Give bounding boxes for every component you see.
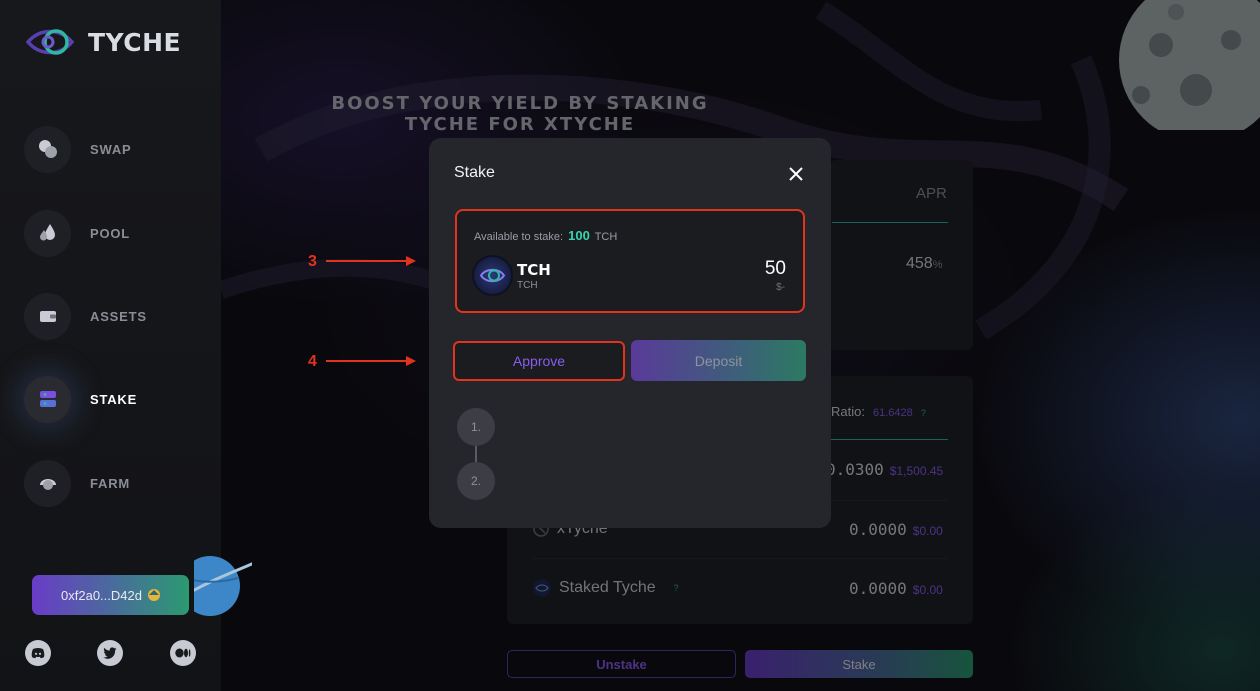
stake-amount-box: Available to stake: 100 TCH TCH TCH $- <box>455 209 805 313</box>
available-label: Available to stake: <box>474 231 564 243</box>
amount-usd-value: $- <box>776 282 785 293</box>
sidebar-item-stake[interactable]: STAKE <box>24 375 204 423</box>
sidebar-item-label: FARM <box>90 475 131 491</box>
sidebar-item-pool[interactable]: POOL <box>24 209 204 257</box>
annotation-arrow-icon <box>326 356 416 366</box>
token-subtitle: TCH <box>517 280 538 291</box>
discord-icon[interactable] <box>25 640 51 666</box>
planet-illustration <box>194 556 252 616</box>
deposit-button[interactable]: Deposit <box>631 340 806 381</box>
stake-icon <box>24 375 71 423</box>
step-indicator-2: 2. <box>457 462 495 500</box>
wallet-address: 0xf2a0...D42d <box>61 587 142 603</box>
annotation-arrow-icon <box>326 256 416 266</box>
brand-name: TYCHE <box>88 27 182 57</box>
stake-amount-input[interactable] <box>646 258 786 280</box>
pool-icon <box>24 209 71 257</box>
farm-icon <box>24 459 71 507</box>
available-unit: TCH <box>594 231 618 243</box>
sidebar-item-label: ASSETS <box>90 308 147 324</box>
tyche-logo-icon <box>26 29 75 55</box>
sidebar: TYCHE SWAP POOL ASSETS STAKE FARM 0xf2a0… <box>0 0 221 691</box>
sidebar-item-label: SWAP <box>90 141 132 157</box>
sidebar-item-farm[interactable]: FARM <box>24 459 204 507</box>
available-amount: 100 <box>568 228 590 243</box>
modal-title: Stake <box>454 164 495 181</box>
sidebar-item-label: POOL <box>90 225 131 241</box>
swap-icon <box>24 125 71 173</box>
annotation-number-3: 3 <box>308 253 317 270</box>
wallet-avatar-icon <box>147 589 160 601</box>
approve-button[interactable]: Approve <box>453 341 625 381</box>
twitter-icon[interactable] <box>97 640 123 666</box>
wallet-icon <box>24 292 71 340</box>
sidebar-item-label: STAKE <box>90 391 138 407</box>
medium-icon[interactable] <box>170 640 196 666</box>
brand-logo[interactable]: TYCHE <box>26 24 181 60</box>
close-icon[interactable] <box>786 164 806 184</box>
sidebar-item-assets[interactable]: ASSETS <box>24 292 204 340</box>
available-to-stake: Available to stake: 100 TCH <box>474 228 617 243</box>
stake-modal: Stake Available to stake: 100 TCH TCH TC… <box>429 138 831 528</box>
token-symbol: TCH <box>517 261 551 279</box>
step-indicator-1: 1. <box>457 408 495 446</box>
annotation-number-4: 4 <box>308 353 317 370</box>
wallet-address-button[interactable]: 0xf2a0...D42d <box>32 575 189 615</box>
tch-token-icon <box>474 257 511 294</box>
sidebar-item-swap[interactable]: SWAP <box>24 125 204 173</box>
